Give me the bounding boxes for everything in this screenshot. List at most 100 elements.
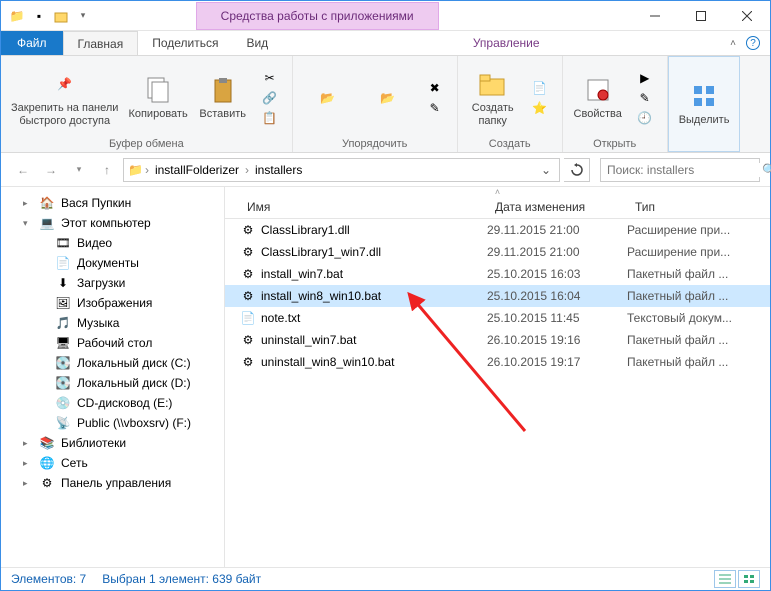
tree-node[interactable]: ▸📚Библиотеки [3, 433, 222, 453]
tab-view[interactable]: Вид [232, 31, 282, 55]
bat-icon: ⚙ [239, 332, 257, 348]
twisty-icon[interactable]: ▸ [23, 438, 33, 449]
view-icons-button[interactable] [738, 570, 760, 588]
tree-node[interactable]: 🖼Изображения [3, 293, 222, 313]
twisty-icon[interactable]: ▸ [23, 478, 33, 489]
copyto-button[interactable]: 📂 [363, 82, 413, 114]
open-icon[interactable]: ▶ [633, 70, 657, 86]
nav-up-button[interactable]: ↑ [95, 158, 119, 182]
copy-icon [142, 74, 174, 106]
nav-back-button[interactable]: ← [11, 158, 35, 182]
delete-icon[interactable]: ✖ [423, 80, 447, 96]
nav-forward-button[interactable]: → [39, 158, 63, 182]
file-row[interactable]: 📄note.txt25.10.2015 11:45Текстовый докум… [225, 307, 770, 329]
moveto-button[interactable]: 📂 [303, 82, 353, 114]
ribbon-collapse-icon[interactable]: ˄ [730, 38, 736, 49]
new-item-icon[interactable]: 📄 [528, 80, 552, 96]
address-bar[interactable]: 📁 › installFolderizer › installers ⌄ [123, 158, 560, 182]
nav-history-dropdown[interactable]: ▾ [67, 158, 91, 182]
newfolder-button[interactable]: Создать папку [468, 68, 518, 126]
qat-dropdown-icon[interactable]: ▾ [75, 8, 91, 24]
rename-icon[interactable]: ✎ [423, 100, 447, 116]
file-row[interactable]: ⚙ClassLibrary1_win7.dll29.11.2015 21:00Р… [225, 241, 770, 263]
easy-access-icon[interactable]: ⭐ [528, 100, 552, 116]
selectall-button[interactable]: Выделить [679, 80, 730, 126]
file-rows[interactable]: ⚙ClassLibrary1.dll29.11.2015 21:00Расшир… [225, 219, 770, 567]
tab-home[interactable]: Главная [63, 31, 139, 55]
history-icon[interactable]: 🕘 [633, 110, 657, 126]
tree-node[interactable]: 🖥Рабочий стол [3, 333, 222, 353]
breadcrumb-sep[interactable]: › [143, 163, 151, 177]
qat-properties-icon[interactable]: ▪ [31, 8, 47, 24]
copy-path-icon[interactable]: 🔗 [258, 90, 282, 106]
file-row[interactable]: ⚙install_win7.bat25.10.2015 16:03Пакетны… [225, 263, 770, 285]
tree-node[interactable]: 📡Public (\\vboxsrv) (F:) [3, 413, 222, 433]
breadcrumb-seg-2[interactable]: installers [251, 163, 306, 177]
file-date: 29.11.2015 21:00 [487, 223, 627, 237]
twisty-icon[interactable]: ▸ [23, 198, 33, 209]
tree-node[interactable]: ▸🏠Вася Пупкин [3, 193, 222, 213]
cut-icon[interactable]: ✂ [258, 70, 282, 86]
refresh-button[interactable] [564, 158, 590, 182]
status-count: Элементов: 7 [11, 572, 86, 586]
tree-node[interactable]: 💽Локальный диск (D:) [3, 373, 222, 393]
tree-node[interactable]: ⬇Загрузки [3, 273, 222, 293]
pin-button[interactable]: 📌 Закрепить на панели быстрого доступа [11, 68, 118, 126]
tree-node-label: Public (\\vboxsrv) (F:) [77, 416, 191, 430]
tree-node[interactable]: ▸⚙Панель управления [3, 473, 222, 493]
qat-newfolder-icon[interactable] [53, 8, 69, 24]
ribbon-group-open: Свойства ▶ ✎ 🕘 Открыть [563, 56, 668, 152]
copy-button[interactable]: Копировать [128, 74, 187, 120]
tree-node[interactable]: 📄Документы [3, 253, 222, 273]
properties-button[interactable]: Свойства [573, 74, 623, 120]
tree-node-label: Сеть [61, 456, 88, 470]
nav-tree[interactable]: ▸🏠Вася Пупкин▾💻Этот компьютер🎞Видео📄Доку… [1, 187, 225, 567]
help-icon[interactable]: ? [746, 36, 760, 50]
search-icon: 🔍 [762, 163, 771, 177]
video-icon: 🎞 [55, 235, 71, 251]
tree-node[interactable]: ▸🌐Сеть [3, 453, 222, 473]
file-row[interactable]: ⚙ClassLibrary1.dll29.11.2015 21:00Расшир… [225, 219, 770, 241]
file-date: 25.10.2015 16:04 [487, 289, 627, 303]
tree-node[interactable]: 💿CD-дисковод (E:) [3, 393, 222, 413]
file-name: install_win7.bat [261, 267, 487, 281]
file-row[interactable]: ⚙uninstall_win7.bat26.10.2015 19:16Пакет… [225, 329, 770, 351]
search-input[interactable] [607, 163, 762, 177]
dll-icon: ⚙ [239, 244, 257, 260]
tree-node[interactable]: 🎞Видео [3, 233, 222, 253]
maximize-button[interactable] [678, 1, 724, 31]
tab-manage[interactable]: Управление [459, 31, 554, 55]
bat-icon: ⚙ [239, 288, 257, 304]
file-date: 25.10.2015 11:45 [487, 311, 627, 325]
tree-node-label: Локальный диск (C:) [77, 356, 191, 370]
close-button[interactable] [724, 1, 770, 31]
column-date[interactable]: Дата изменения [487, 200, 627, 214]
tree-node[interactable]: 🎵Музыка [3, 313, 222, 333]
twisty-icon[interactable]: ▸ [23, 458, 33, 469]
address-dropdown-icon[interactable]: ⌄ [537, 163, 555, 177]
file-type: Пакетный файл ... [627, 289, 747, 303]
file-row[interactable]: ⚙install_win8_win10.bat25.10.2015 16:04П… [225, 285, 770, 307]
file-type: Пакетный файл ... [627, 267, 747, 281]
view-details-button[interactable] [714, 570, 736, 588]
paste-button[interactable]: Вставить [198, 74, 248, 120]
tree-node-label: CD-дисковод (E:) [77, 396, 172, 410]
file-type: Пакетный файл ... [627, 355, 747, 369]
twisty-icon[interactable]: ▾ [23, 218, 33, 229]
column-type[interactable]: Тип [627, 200, 747, 214]
breadcrumb-sep[interactable]: › [243, 163, 251, 177]
breadcrumb-seg-1[interactable]: installFolderizer [151, 163, 243, 177]
tree-node[interactable]: 💽Локальный диск (C:) [3, 353, 222, 373]
file-row[interactable]: ⚙uninstall_win8_win10.bat26.10.2015 19:1… [225, 351, 770, 373]
search-box[interactable]: 🔍 [600, 158, 760, 182]
file-type: Расширение при... [627, 223, 747, 237]
edit-icon[interactable]: ✎ [633, 90, 657, 106]
column-name[interactable]: Имя [239, 200, 487, 214]
minimize-button[interactable] [632, 1, 678, 31]
tree-node[interactable]: ▾💻Этот компьютер [3, 213, 222, 233]
file-date: 26.10.2015 19:17 [487, 355, 627, 369]
tab-share[interactable]: Поделиться [138, 31, 232, 55]
tab-file[interactable]: Файл [1, 31, 63, 55]
tree-node-label: Загрузки [77, 276, 125, 290]
paste-shortcut-icon[interactable]: 📋 [258, 110, 282, 126]
